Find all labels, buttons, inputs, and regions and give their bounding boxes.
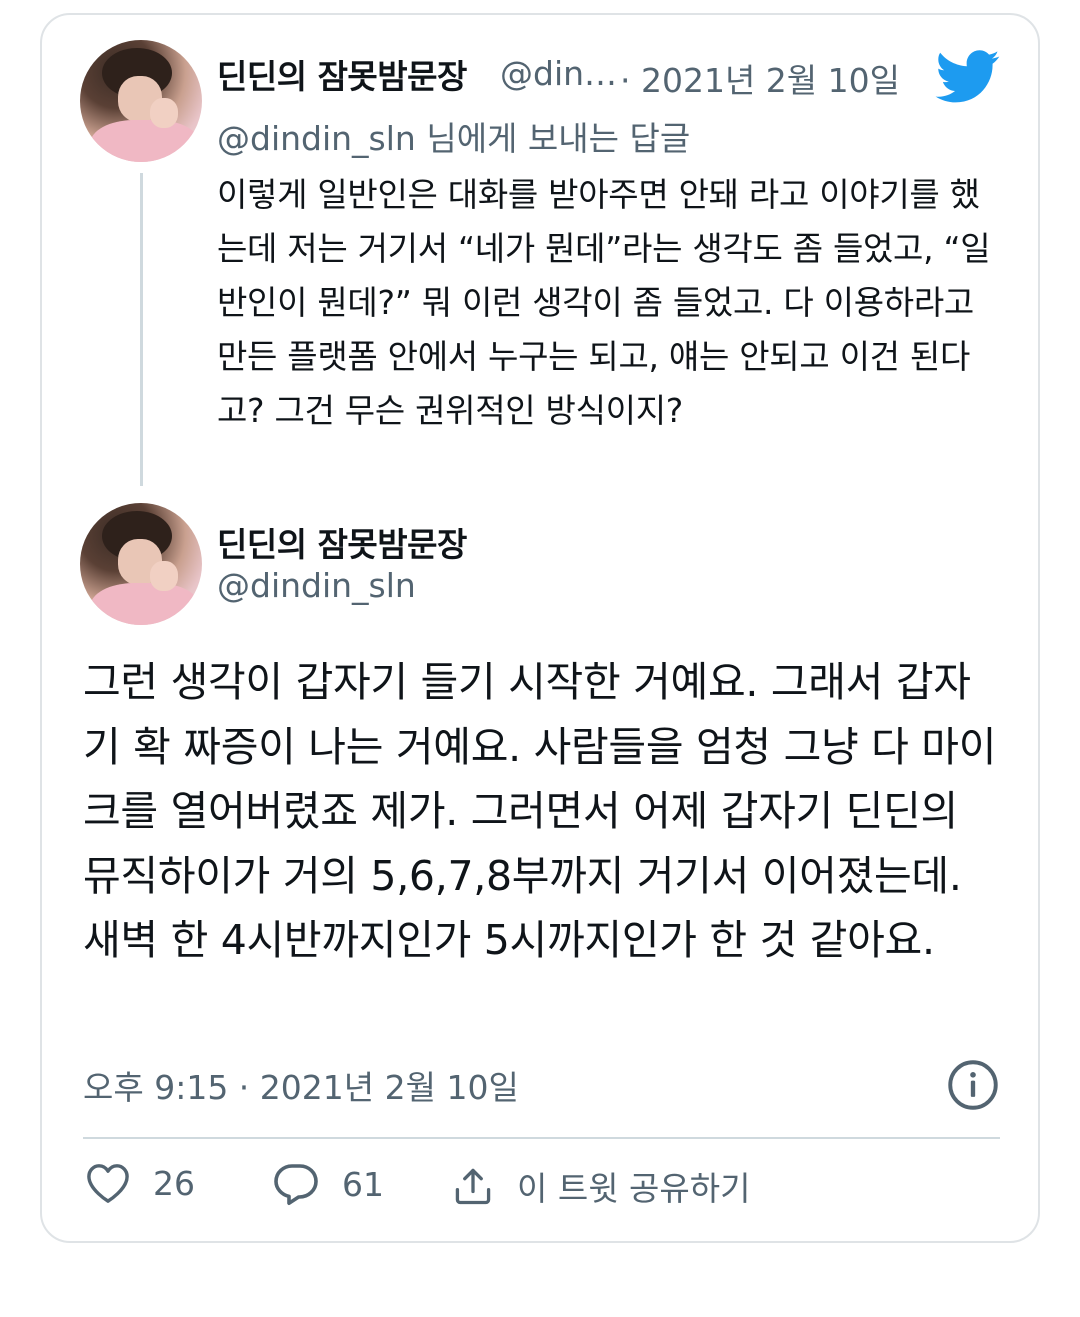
user-handle[interactable]: @dindin_sln	[217, 566, 416, 605]
like-count: 26	[153, 1163, 195, 1203]
share-label: 이 트윗 공유하기	[517, 1169, 751, 1208]
thread-line	[140, 173, 143, 486]
main-tweet-text: 그런 생각이 갑자기 들기 시작한 거예요. 그래서 갑자기 확 짜증이 나는 …	[83, 658, 997, 964]
like-button[interactable]: 26	[85, 1162, 195, 1204]
display-name[interactable]: 딘딘의 잠못밤문장	[217, 518, 467, 566]
twitter-bird-icon[interactable]	[935, 50, 1001, 104]
reply-button[interactable]: 61	[272, 1162, 384, 1206]
tweet-date[interactable]: · 2021년 2월 10일	[620, 54, 900, 102]
tweet-timestamp[interactable]: 오후 9:15 · 2021년 2월 10일	[83, 1061, 519, 1109]
share-icon	[455, 1168, 491, 1205]
display-name[interactable]: 딘딘의 잠못밤문장	[217, 50, 467, 98]
user-handle[interactable]: @din…	[500, 54, 617, 93]
divider	[83, 1137, 1000, 1139]
avatar[interactable]	[80, 503, 202, 625]
reply-tweet-text: 이렇게 일반인은 대화를 받아주면 안돼 라고 이야기를 했는데 저는 거기서 …	[217, 175, 991, 430]
comment-icon	[274, 1164, 318, 1205]
reply-count: 61	[342, 1164, 384, 1204]
heart-icon	[87, 1164, 129, 1203]
info-icon[interactable]	[947, 1059, 999, 1111]
share-button[interactable]: 이 트윗 공유하기	[451, 1162, 751, 1210]
avatar[interactable]	[80, 40, 202, 162]
reply-to-label[interactable]: @dindin_sln 님에게 보내는 답글	[217, 112, 690, 160]
